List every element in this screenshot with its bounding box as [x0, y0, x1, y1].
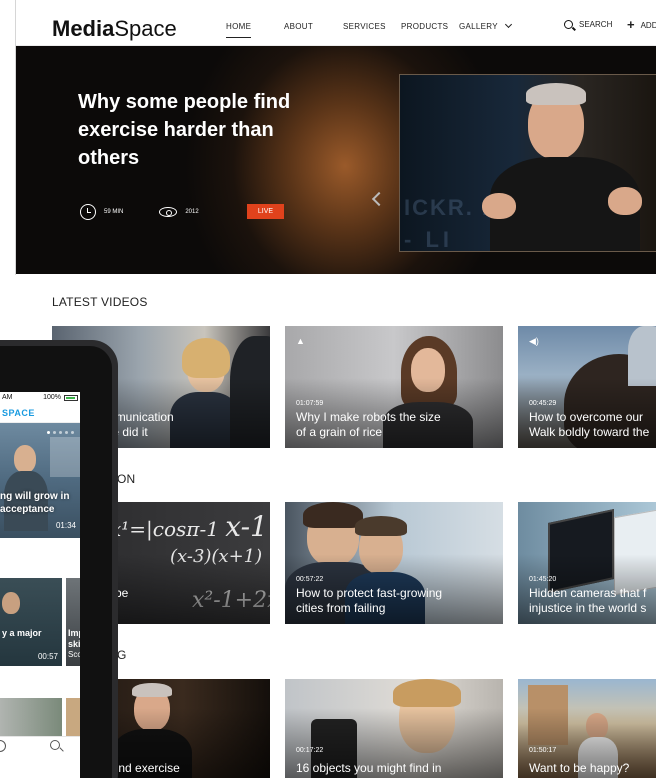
battery-icon [64, 394, 78, 401]
frame-border [15, 0, 16, 275]
card-title: 16 objects you might find in [296, 761, 442, 775]
nav-services[interactable]: SERVICES [343, 22, 386, 31]
search-icon [564, 20, 573, 29]
card-title: Why I make robots the size of a grain of… [296, 410, 441, 439]
logo-light: Space [114, 16, 177, 41]
phone-tab-bar [0, 736, 80, 758]
app-brand[interactable]: SPACE [2, 408, 35, 418]
phone-hero-duration: 01:34 [55, 521, 76, 530]
video-card[interactable]: 00:17:22 16 objects you might find in [285, 679, 503, 778]
video-card[interactable]: 01:45:20 Hidden cameras that f injustice… [518, 502, 656, 624]
chevron-left-icon[interactable] [371, 191, 387, 207]
hero-banner: Why some people find exercise harder tha… [15, 46, 656, 274]
video-card[interactable]: ▲ 01:07:59 Why I make robots the size of… [285, 326, 503, 448]
phone-card-title: y a major [2, 628, 42, 638]
card-title: Hidden cameras that f injustice in the w… [529, 586, 647, 615]
chevron-down-icon [504, 20, 512, 29]
nav-home[interactable]: HOME [226, 22, 252, 38]
phone-video-card[interactable]: y a major 00:57 [0, 578, 62, 666]
video-watermark-2: - LI [404, 227, 453, 252]
eye-icon [159, 207, 178, 217]
nav-products[interactable]: PRODUCTS [401, 22, 448, 31]
nav-gallery[interactable]: GALLERY [459, 20, 512, 31]
nav-about[interactable]: ABOUT [284, 22, 313, 31]
status-bar: AM 100% [0, 392, 80, 406]
logo-bold: Media [52, 16, 115, 41]
phone-card-duration: 00:57 [37, 652, 58, 661]
speaker-icon: ◀) [529, 336, 539, 346]
phone-mockup: AM 100% SPACE ng will grow in acceptance… [0, 340, 118, 778]
compass-icon[interactable] [0, 740, 6, 752]
phone-video-card[interactable] [66, 698, 80, 738]
live-badge[interactable]: LIVE [247, 204, 284, 219]
card-title: Want to be happy? [529, 761, 630, 775]
search-icon-handle [59, 747, 64, 752]
phone-hero[interactable]: ng will grow in acceptance 01:34 [0, 423, 80, 538]
card-title: How to protect fast-growing cities from … [296, 586, 443, 615]
card-duration: 01:50:17 [529, 747, 557, 754]
phone-video-card[interactable] [0, 698, 62, 738]
clock-icon [80, 204, 96, 220]
hero-meta: 59 MIN 2012 [80, 204, 199, 220]
section-title-latest: LATEST VIDEOS [52, 295, 148, 309]
section-title-3: G [117, 648, 127, 662]
phone-screen: AM 100% SPACE ng will grow in acceptance… [0, 392, 80, 778]
hero-views: 2012 [185, 209, 199, 215]
battery-indicator: 100% [43, 394, 78, 401]
card-duration: 01:45:20 [529, 576, 557, 583]
hero-duration: 59 MIN [104, 209, 124, 215]
battery-percent: 100% [43, 394, 61, 401]
nav-gallery-label: GALLERY [459, 22, 498, 31]
phone-hero-title: ng will grow in acceptance [0, 491, 70, 515]
hero-video-thumbnail[interactable]: ICKR. PL - LI [399, 74, 656, 252]
add-label: ADD [640, 20, 656, 30]
card-duration: 01:07:59 [296, 400, 324, 407]
phone-card-title: Impro skills [68, 628, 80, 649]
search-label: SEARCH [579, 20, 613, 29]
app-bar: SPACE [0, 406, 80, 423]
video-card[interactable]: 01:50:17 Want to be happy? [518, 679, 656, 778]
image-icon: ▲ [296, 336, 305, 346]
add-button[interactable]: + ADD [627, 17, 656, 32]
video-card[interactable]: ◀) 00:45:29 How to overcome our Walk bol… [518, 326, 656, 448]
card-title: How to overcome our Walk boldly toward t… [529, 410, 650, 439]
hero-title[interactable]: Why some people find exercise harder tha… [78, 88, 318, 172]
status-time: AM [2, 394, 13, 401]
carousel-dots[interactable] [44, 431, 74, 434]
phone-card-subtitle: Scott M [68, 650, 80, 659]
search-button[interactable]: SEARCH [564, 20, 612, 29]
phone-video-card[interactable]: Impro skills Scott M [66, 578, 80, 666]
plus-icon: + [627, 17, 635, 32]
site-header: MediaSpace HOME ABOUT SERVICES PRODUCTS … [15, 8, 656, 46]
chalk-math: x¹=|cosπ-1 x-1 [110, 510, 268, 543]
section-title-2: ON [117, 472, 136, 486]
card-duration: 00:45:29 [529, 400, 557, 407]
site-logo[interactable]: MediaSpace [52, 16, 177, 42]
video-card[interactable]: 00:57:22 How to protect fast-growing cit… [285, 502, 503, 624]
card-duration: 00:57:22 [296, 576, 324, 583]
card-duration: 00:17:22 [296, 747, 324, 754]
